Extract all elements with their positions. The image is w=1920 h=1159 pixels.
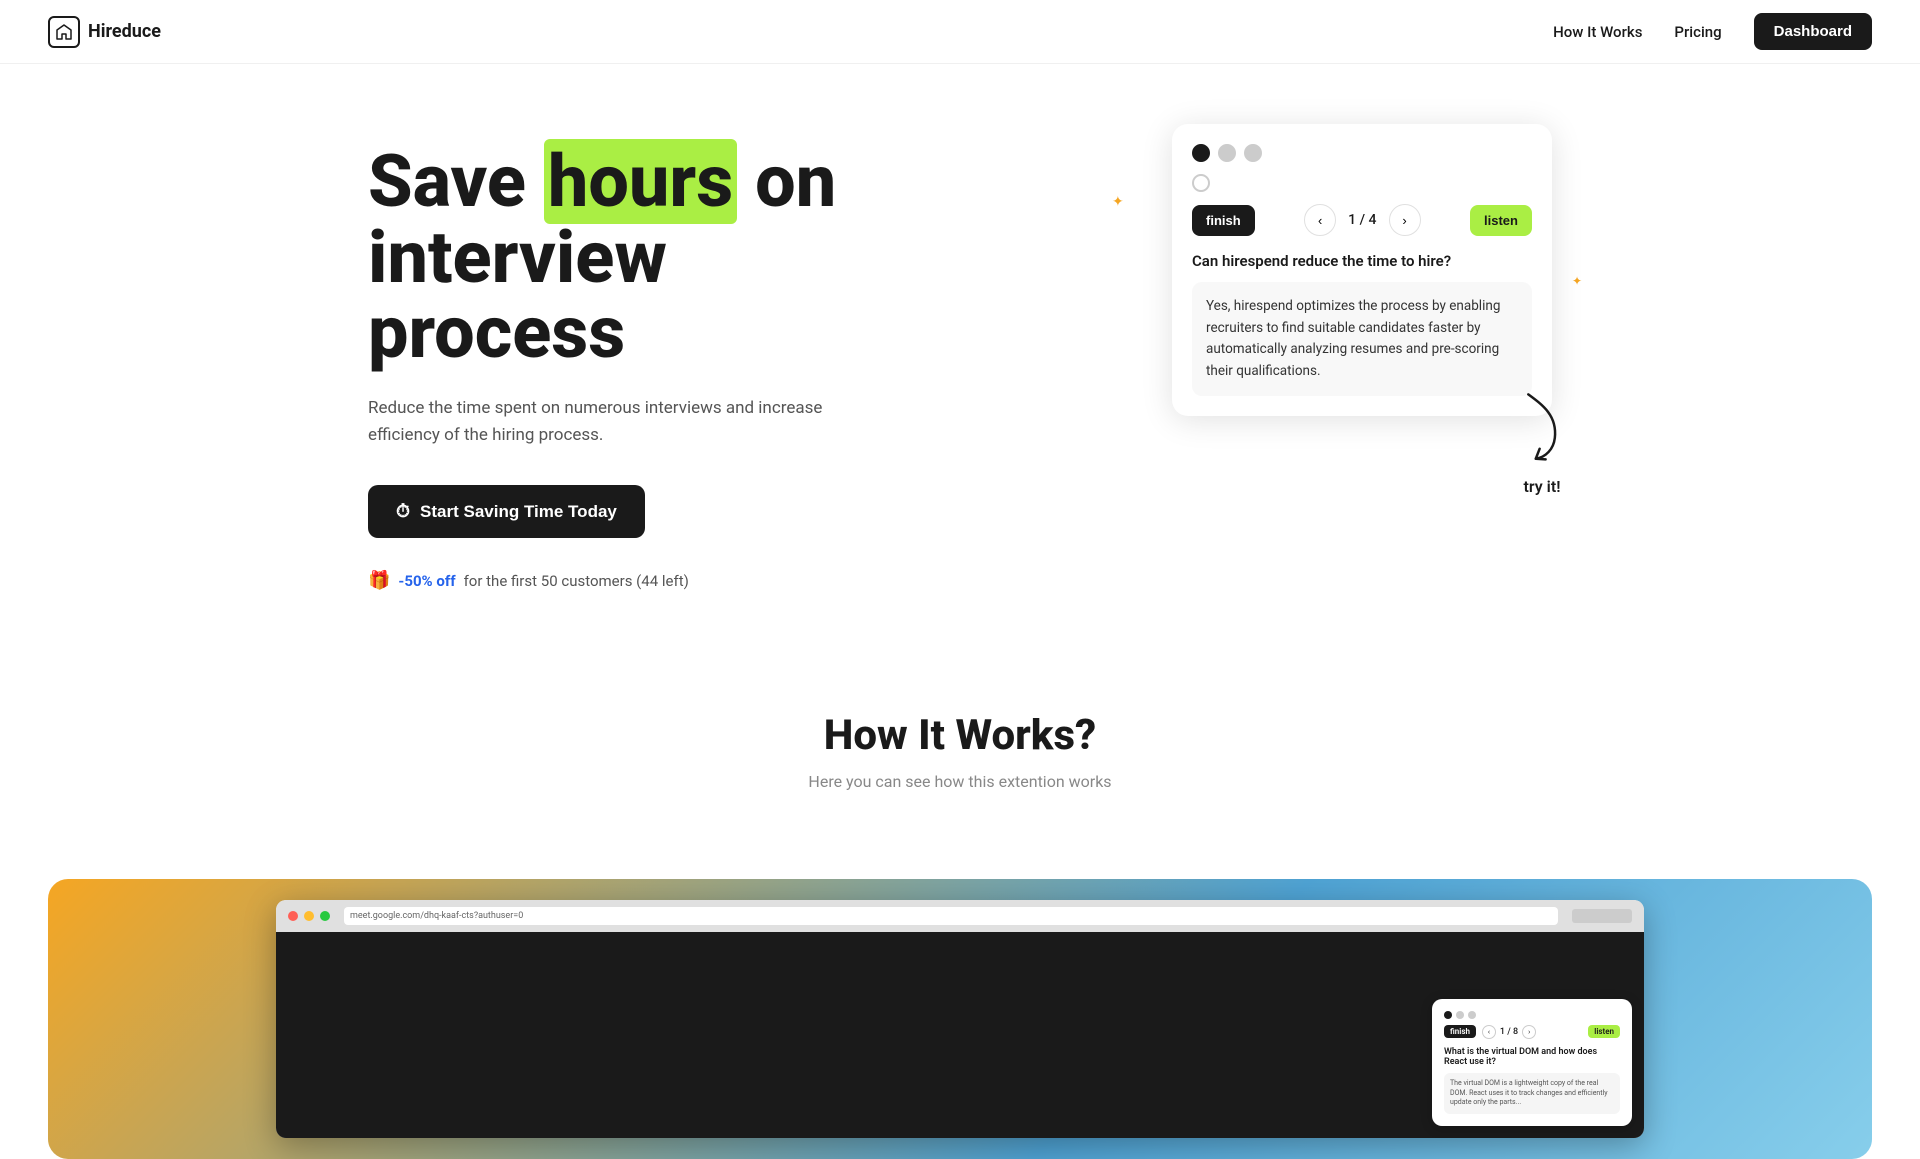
- logo[interactable]: Hireduce: [48, 16, 161, 48]
- cta-label: Start Saving Time Today: [420, 502, 617, 522]
- logo-icon: [48, 16, 80, 48]
- panel-controls: finish ‹ 1 / 8 › listen: [1444, 1025, 1620, 1039]
- promo-line: 🎁 -50% off for the first 50 customers (4…: [368, 570, 928, 591]
- title-highlight: hours: [544, 139, 737, 224]
- widget-dots: [1192, 144, 1532, 162]
- listen-button[interactable]: listen: [1470, 205, 1532, 236]
- panel-dot-3: [1468, 1011, 1476, 1019]
- promo-discount: -50% off: [398, 572, 455, 590]
- clock-icon: ⏱: [396, 501, 410, 522]
- video-background: meet.google.com/dhq-kaaf-cts?authuser=0 …: [48, 879, 1872, 1159]
- logo-text: Hireduce: [88, 21, 161, 42]
- browser-bar: meet.google.com/dhq-kaaf-cts?authuser=0: [276, 900, 1644, 932]
- hero-title: Save hours on interview process: [368, 144, 928, 371]
- dot-small: [1192, 174, 1210, 192]
- panel-prev: ‹: [1482, 1025, 1496, 1039]
- dot-2: [1218, 144, 1236, 162]
- try-it-arrow-icon: [1498, 380, 1585, 485]
- widget-controls: finish ‹ 1 / 4 › listen: [1192, 204, 1532, 236]
- hero-left: Save hours on interview process Reduce t…: [368, 124, 928, 591]
- nav-dashboard-button[interactable]: Dashboard: [1754, 13, 1872, 50]
- how-title: How It Works?: [48, 711, 1872, 760]
- browser-url-bar: meet.google.com/dhq-kaaf-cts?authuser=0: [344, 907, 1558, 925]
- browser-circle-1: [288, 911, 298, 921]
- panel-finish-btn: finish: [1444, 1025, 1476, 1038]
- panel-listen: listen: [1588, 1025, 1620, 1038]
- dot-1: [1192, 144, 1210, 162]
- hero-section: Save hours on interview process Reduce t…: [320, 64, 1600, 631]
- how-it-works-section: How It Works? Here you can see how this …: [0, 631, 1920, 879]
- panel-dots: [1444, 1011, 1620, 1019]
- widget-answer: Yes, hirespend optimizes the process by …: [1192, 282, 1532, 396]
- video-area: meet.google.com/dhq-kaaf-cts?authuser=0 …: [48, 879, 1872, 1159]
- promo-suffix: for the first 50 customers (44 left): [464, 572, 689, 590]
- browser-content: finish ‹ 1 / 8 › listen What is the virt…: [276, 932, 1644, 1138]
- gift-icon: 🎁: [368, 570, 390, 591]
- widget-nav: ‹ 1 / 4 ›: [1304, 204, 1420, 236]
- cta-button[interactable]: ⏱ Start Saving Time Today: [368, 485, 645, 538]
- browser-circle-3: [320, 911, 330, 921]
- widget-card: finish ‹ 1 / 4 › listen Can hirespend re…: [1172, 124, 1552, 416]
- how-subtitle: Here you can see how this extention work…: [48, 772, 1872, 791]
- panel-answer-text: The virtual DOM is a lightweight copy of…: [1450, 1079, 1608, 1107]
- try-it-annotation: try it!: [1512, 387, 1572, 496]
- star-decoration: ✦: [1112, 194, 1124, 210]
- hero-subtitle: Reduce the time spent on numerous interv…: [368, 395, 828, 449]
- panel-dot-2: [1456, 1011, 1464, 1019]
- star-decoration-2: ✦: [1572, 274, 1582, 288]
- answer-text: Yes, hirespend optimizes the process by …: [1206, 298, 1500, 379]
- nav-how-it-works[interactable]: How It Works: [1553, 23, 1642, 41]
- page-indicator: 1 / 4: [1348, 212, 1376, 228]
- hero-right: ✦ ✦ finish ‹ 1 / 4 › listen Can hir: [1172, 124, 1552, 416]
- finish-button[interactable]: finish: [1192, 205, 1255, 236]
- browser-reload-btn: [1572, 909, 1632, 923]
- nav-links: How It Works Pricing Dashboard: [1553, 13, 1872, 50]
- nav-pricing[interactable]: Pricing: [1674, 23, 1721, 41]
- browser-mockup: meet.google.com/dhq-kaaf-cts?authuser=0 …: [276, 900, 1644, 1138]
- prev-arrow[interactable]: ‹: [1304, 204, 1336, 236]
- dot-3: [1244, 144, 1262, 162]
- next-arrow[interactable]: ›: [1389, 204, 1421, 236]
- browser-panel: finish ‹ 1 / 8 › listen What is the virt…: [1432, 999, 1632, 1126]
- url-text: meet.google.com/dhq-kaaf-cts?authuser=0: [350, 911, 523, 921]
- widget-question: Can hirespend reduce the time to hire?: [1192, 252, 1532, 270]
- panel-question: What is the virtual DOM and how does Rea…: [1444, 1047, 1620, 1067]
- panel-answer: The virtual DOM is a lightweight copy of…: [1444, 1073, 1620, 1114]
- panel-page: 1 / 8: [1500, 1027, 1518, 1037]
- navbar: Hireduce How It Works Pricing Dashboard: [0, 0, 1920, 64]
- title-part1: Save: [368, 139, 544, 224]
- browser-circle-2: [304, 911, 314, 921]
- panel-dot-1: [1444, 1011, 1452, 1019]
- panel-next: ›: [1522, 1025, 1536, 1039]
